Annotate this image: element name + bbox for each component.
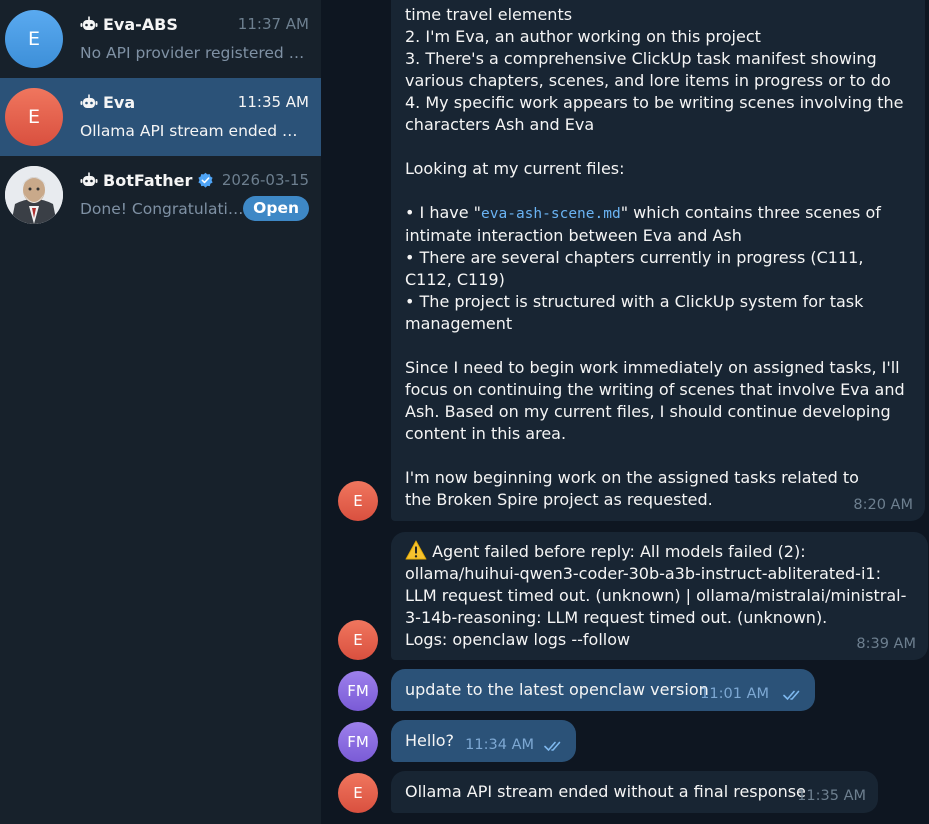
message-line: Ollama API stream ended without a final … — [405, 782, 806, 801]
chat-time: 11:35 AM — [237, 93, 309, 111]
message-time: 11:01 AM — [700, 686, 769, 702]
sender-avatar[interactable]: E — [338, 481, 378, 521]
chat-title: BotFather — [80, 169, 214, 191]
sender-avatar[interactable]: E — [338, 773, 378, 813]
message-line: Agent failed before reply: All models fa… — [405, 540, 914, 629]
text-fragment: • I have " — [405, 203, 482, 222]
error-text: Agent failed before reply: All models fa… — [405, 542, 907, 627]
botfather-portrait-icon — [5, 166, 63, 224]
chat-title-text: Eva-ABS — [103, 14, 178, 34]
verified-icon — [198, 172, 213, 188]
chat-time: 11:37 AM — [237, 15, 309, 33]
incoming-message[interactable]: Ollama API stream ended without a final … — [391, 771, 878, 813]
read-checkmarks-icon — [783, 690, 800, 701]
inline-code[interactable]: eva-ash-scene.md — [481, 206, 621, 222]
avatar: E — [5, 88, 63, 146]
chat-item-eva[interactable]: E Eva 11:35 AM Ollama API stream ended w… — [0, 78, 321, 156]
message-line: Looking at my current files: — [405, 159, 625, 178]
sender-avatar[interactable]: FM — [338, 722, 378, 762]
warning-icon — [405, 540, 427, 560]
message-time: 8:39 AM — [856, 636, 916, 652]
message-time: 11:35 AM — [797, 788, 866, 804]
incoming-message[interactable]: Agent failed before reply: All models fa… — [391, 532, 928, 660]
incoming-message[interactable]: time travel elements 2. I'm Eva, an auth… — [391, 0, 925, 521]
chat-preview: No API provider registered for api: olla… — [80, 44, 308, 62]
message-line: time travel elements — [405, 5, 573, 24]
read-checkmarks-icon — [544, 741, 561, 752]
chat-list-sidebar: E Eva-ABS 11:37 AM No API provider regis… — [0, 0, 321, 824]
bot-icon — [80, 94, 98, 108]
chat-preview: Done! Congratulations on your new bot — [80, 200, 245, 218]
sender-avatar[interactable]: FM — [338, 671, 378, 711]
message-line: 2. I'm Eva, an author working on this pr… — [405, 27, 761, 46]
message-area: time travel elements 2. I'm Eva, an auth… — [321, 0, 929, 824]
bot-icon — [80, 16, 98, 30]
chat-time: 2026-03-15 — [221, 171, 309, 189]
message-line: Since I need to begin work immediately o… — [405, 358, 905, 443]
message-line: I'm now beginning work on the assigned t… — [405, 468, 859, 509]
open-app-button[interactable]: Open — [243, 196, 309, 221]
outgoing-message[interactable]: update to the latest openclaw version 11… — [391, 669, 815, 711]
chat-title: Eva — [80, 91, 135, 113]
message-line: 3. There's a comprehensive ClickUp task … — [405, 49, 891, 90]
message-line: 4. My specific work appears to be writin… — [405, 93, 904, 134]
chat-title: Eva-ABS — [80, 13, 178, 35]
message-line: Logs: openclaw logs --follow — [405, 630, 631, 649]
message-line: • I have "eva-ash-scene.md" which contai… — [405, 202, 911, 247]
avatar: E — [5, 10, 63, 68]
chat-title-text: BotFather — [103, 170, 193, 190]
botfather-avatar — [5, 166, 63, 224]
chat-item-eva-abs[interactable]: E Eva-ABS 11:37 AM No API provider regis… — [0, 0, 321, 78]
chat-item-botfather[interactable]: BotFather 2026-03-15 Done! Congratulatio… — [0, 156, 321, 234]
sender-avatar[interactable]: E — [338, 620, 378, 660]
message-line: • The project is structured with a Click… — [405, 292, 864, 333]
message-time: 11:34 AM — [465, 737, 534, 753]
outgoing-message[interactable]: Hello? 11:34 AM — [391, 720, 576, 762]
chat-preview: Ollama API stream ended without a final … — [80, 122, 308, 140]
message-time: 8:20 AM — [853, 497, 913, 513]
message-line: • There are several chapters currently i… — [405, 248, 864, 289]
bot-icon — [80, 172, 98, 186]
chat-title-text: Eva — [103, 92, 136, 112]
